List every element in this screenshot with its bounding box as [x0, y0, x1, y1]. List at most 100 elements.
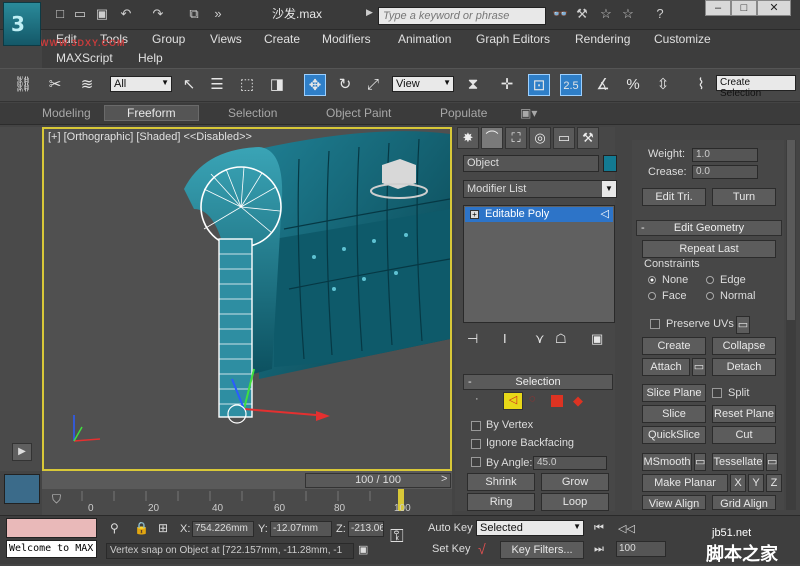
create-tab-icon[interactable]: ✸ — [457, 127, 479, 149]
rotate-icon[interactable]: ↻ — [334, 74, 356, 96]
named-selection-set[interactable]: Create Selection — [716, 75, 796, 99]
goto-end-icon[interactable]: ⏭ — [594, 543, 604, 556]
y-coordinate-field[interactable]: -12.07mm — [270, 521, 332, 537]
repeat-last-button[interactable]: Repeat Last — [642, 240, 776, 258]
planar-x-button[interactable]: X — [730, 474, 746, 492]
menu-customize[interactable]: Customize — [654, 32, 711, 46]
menu-group[interactable]: Group — [152, 32, 185, 46]
tessellate-button[interactable]: Tessellate — [712, 453, 764, 471]
element-mode-icon[interactable]: ◆ — [573, 393, 587, 408]
edit-named-selection-icon[interactable]: ⌇ — [690, 74, 712, 96]
cut-button[interactable]: Cut — [712, 426, 776, 444]
new-file-icon[interactable]: □ — [52, 7, 68, 21]
modifier-stack[interactable]: + Editable Poly ◁ — [463, 205, 615, 323]
menu-animation[interactable]: Animation — [398, 32, 451, 46]
percent-snap-icon[interactable]: % — [622, 74, 644, 96]
key-curve-icon[interactable]: √ — [478, 541, 486, 557]
utilities-tab-icon[interactable]: ⚒ — [577, 127, 599, 149]
goto-start-icon[interactable]: ⏮ — [594, 522, 604, 535]
attach-button[interactable]: Attach — [642, 358, 690, 376]
redo-icon[interactable]: ↷ — [150, 7, 166, 21]
star-icon[interactable]: ☆ — [620, 7, 636, 21]
time-slider[interactable]: 100 / 100 — [305, 473, 451, 488]
loop-button[interactable]: Loop — [541, 493, 609, 511]
open-file-icon[interactable]: ▭ — [72, 7, 88, 21]
grow-button[interactable]: Grow — [541, 473, 609, 491]
minimize-button[interactable]: – — [705, 0, 731, 16]
polygon-mode-icon[interactable] — [551, 395, 563, 407]
selection-rollout-header[interactable]: - Selection — [463, 374, 613, 390]
spinner-snap-icon[interactable]: ⇳ — [652, 74, 674, 96]
constraint-edge-radio[interactable] — [706, 276, 714, 284]
menu-views[interactable]: Views — [210, 32, 242, 46]
search-input[interactable]: Type a keyword or phrase — [378, 7, 546, 25]
help-icon[interactable]: ? — [652, 7, 668, 21]
modify-tab-icon[interactable]: ⌒ — [481, 127, 503, 149]
motion-tab-icon[interactable]: ◎ — [529, 127, 551, 149]
slice-button[interactable]: Slice — [642, 405, 706, 423]
select-link-icon[interactable]: ⛓ — [12, 74, 34, 96]
tessellate-settings-icon[interactable]: ▭ — [766, 453, 778, 471]
view-align-button[interactable]: View Align — [642, 495, 706, 510]
rect-selection-icon[interactable]: ⬚ — [236, 74, 258, 96]
menu-modifiers[interactable]: Modifiers — [322, 32, 371, 46]
maxscript-listener-input[interactable] — [6, 518, 97, 538]
keyboard-shortcut-icon[interactable]: ⊡ — [528, 74, 550, 96]
tab-populate[interactable]: Populate — [440, 106, 487, 120]
overflow-icon[interactable]: » — [210, 7, 226, 21]
select-by-name-icon[interactable]: ☰ — [206, 74, 228, 96]
absolute-mode-icon[interactable]: ⊞ — [158, 521, 168, 535]
tab-selection[interactable]: Selection — [228, 106, 277, 120]
project-folder-icon[interactable]: ⧉ — [186, 7, 202, 21]
preserve-uvs-settings-icon[interactable]: ▭ — [736, 316, 750, 334]
select-manipulate-icon[interactable]: ✛ — [496, 74, 518, 96]
binoculars-icon[interactable]: 👓 — [552, 7, 568, 21]
menu-create[interactable]: Create — [264, 32, 300, 46]
tab-freeform[interactable]: Freeform — [104, 105, 199, 121]
display-tab-icon[interactable]: ▭ — [553, 127, 575, 149]
panel-scrollbar[interactable] — [786, 140, 796, 510]
edge-mode-icon[interactable]: ◁ — [503, 392, 523, 410]
unlink-icon[interactable]: ✂ — [44, 74, 66, 96]
window-crossing-icon[interactable]: ◨ — [266, 74, 288, 96]
current-frame-field[interactable]: 100 — [616, 541, 666, 557]
msmooth-settings-icon[interactable]: ▭ — [694, 453, 706, 471]
isolate-icon[interactable]: ⚲ — [110, 521, 119, 535]
menu-rendering[interactable]: Rendering — [575, 32, 630, 46]
auto-key-button[interactable]: Auto Key — [428, 522, 473, 534]
constraint-none-radio[interactable] — [648, 276, 656, 284]
expand-icon[interactable]: ▶ — [12, 443, 32, 461]
attach-settings-icon[interactable]: ▭ — [692, 358, 706, 376]
scrollbar-thumb[interactable] — [787, 140, 795, 320]
menu-maxscript[interactable]: MAXScript — [56, 51, 113, 65]
track-bar[interactable] — [42, 489, 452, 515]
quickslice-button[interactable]: QuickSlice — [642, 426, 706, 444]
tools-icon[interactable]: ⚒ — [574, 7, 590, 21]
msmooth-button[interactable]: MSmooth — [642, 453, 692, 471]
menu-graph-editors[interactable]: Graph Editors — [476, 32, 550, 46]
constraint-normal-radio[interactable] — [706, 292, 714, 300]
ring-button[interactable]: Ring — [467, 493, 535, 511]
maxscript-message[interactable]: Welcome to MAX — [6, 540, 97, 558]
scale-icon[interactable]: ⤢ — [362, 74, 384, 96]
create-button[interactable]: Create — [642, 337, 706, 355]
move-icon[interactable]: ✥ — [304, 74, 326, 96]
bind-spacewarp-icon[interactable]: ≋ — [76, 74, 98, 96]
collapse-button[interactable]: Collapse — [712, 337, 776, 355]
set-key-button[interactable]: Set Key — [432, 543, 471, 555]
stack-item-editable-poly[interactable]: + Editable Poly ◁ — [465, 207, 613, 222]
preserve-uvs-checkbox[interactable] — [650, 319, 660, 329]
ref-coord-dropdown[interactable]: View ▼ — [392, 76, 454, 92]
time-next-icon[interactable]: > — [441, 473, 451, 488]
x-coordinate-field[interactable]: 754.226mm — [192, 521, 254, 537]
edit-geometry-header[interactable]: - Edit Geometry — [636, 220, 782, 236]
split-checkbox[interactable] — [712, 388, 722, 398]
favorites-icon[interactable]: ☆ — [598, 7, 614, 21]
constraint-face-radio[interactable] — [648, 292, 656, 300]
edit-tri-button[interactable]: Edit Tri. — [642, 188, 706, 206]
detach-button[interactable]: Detach — [712, 358, 776, 376]
menu-help[interactable]: Help — [138, 51, 163, 65]
key-icon[interactable]: ⚿ — [390, 526, 404, 547]
pivot-icon[interactable]: ⧗ — [462, 74, 484, 96]
maximize-button[interactable]: □ — [731, 0, 757, 16]
